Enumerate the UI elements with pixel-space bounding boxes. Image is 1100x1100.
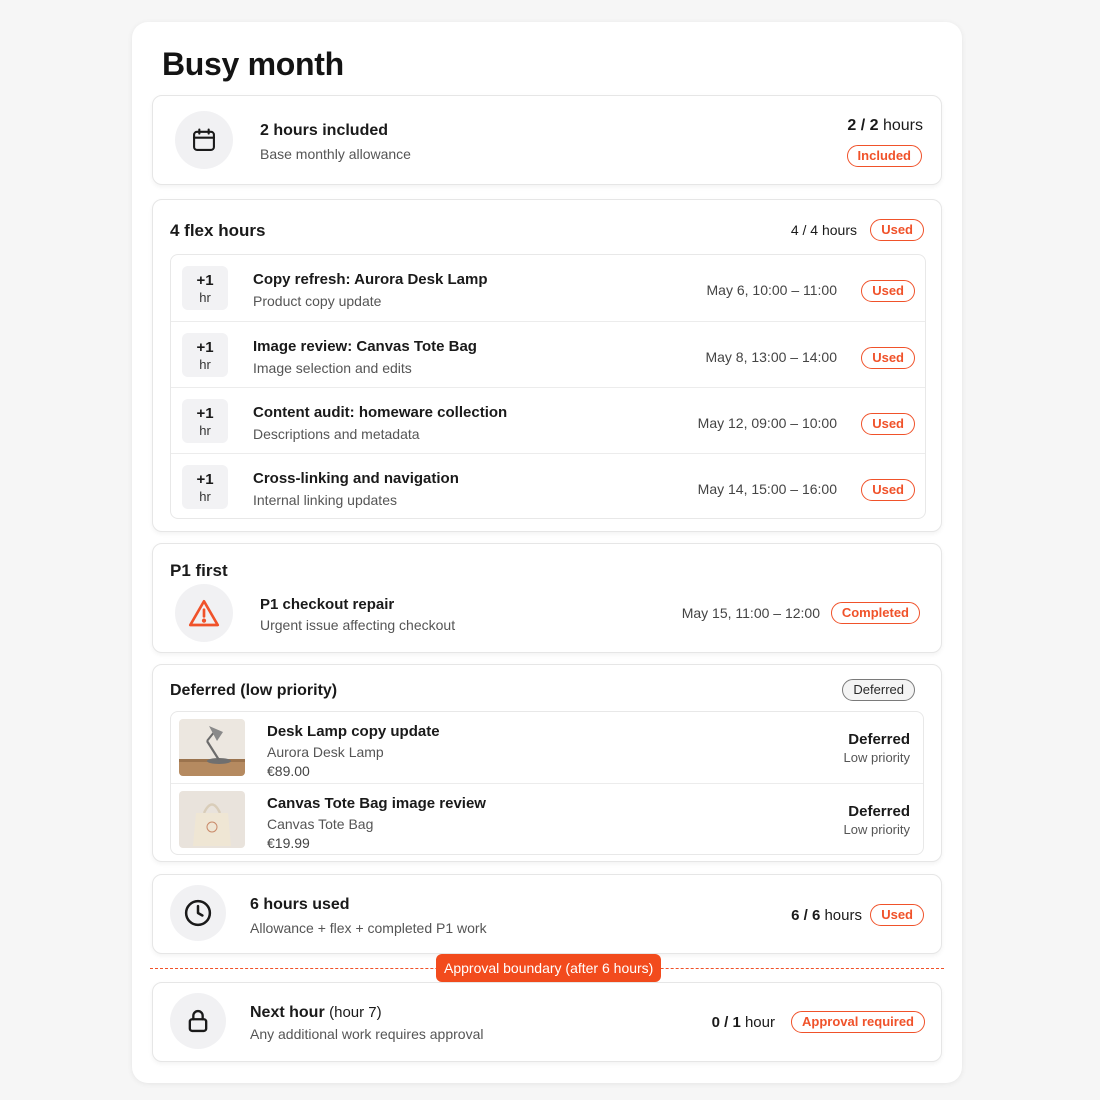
list-item: +1 hr Cross-linking and navigation Inter… <box>171 453 925 518</box>
hour-plus: +1 <box>196 471 214 488</box>
hour-plus: +1 <box>196 339 214 356</box>
deferred-section-title: Deferred (low priority) <box>170 682 338 699</box>
desk-lamp-image <box>179 719 245 776</box>
hours-used-count: 6 / 6 hours <box>791 907 862 924</box>
item-time: May 8, 13:00 – 14:00 <box>705 349 837 365</box>
next-hour-card: Next hour (hour 7) Any additional work r… <box>152 982 942 1062</box>
p1-item-subtitle: Urgent issue affecting checkout <box>260 617 456 633</box>
item-time: May 12, 09:00 – 10:00 <box>697 415 837 431</box>
item-price: €89.00 <box>267 763 310 779</box>
p1-time: May 15, 11:00 – 12:00 <box>681 605 820 621</box>
next-hour-title: Next hour <box>250 1004 325 1021</box>
item-subtitle: Image selection and edits <box>253 360 412 376</box>
hours-used-subtitle: Allowance + flex + completed P1 work <box>250 920 487 936</box>
allowance-title: 2 hours included <box>260 122 389 139</box>
item-title: Desk Lamp copy update <box>267 723 440 740</box>
item-time: May 6, 10:00 – 11:00 <box>706 282 838 298</box>
item-price: €19.99 <box>267 835 310 851</box>
hour-unit: hr <box>199 290 211 305</box>
item-product: Aurora Desk Lamp <box>267 744 384 760</box>
list-item: +1 hr Content audit: homeware collection… <box>171 387 925 453</box>
approval-boundary-label: Approval boundary (after 6 hours) <box>436 954 662 982</box>
item-priority: Low priority <box>843 822 910 837</box>
hour-increment: +1 hr <box>182 266 228 310</box>
item-status: Deferred <box>848 731 910 748</box>
p1-section-title: P1 first <box>170 561 228 580</box>
included-badge: Included <box>846 145 922 167</box>
next-hour-subtitle: Any additional work requires approval <box>250 1026 484 1042</box>
list-item: +1 hr Image review: Canvas Tote Bag Imag… <box>171 321 925 387</box>
item-title: Content audit: homeware collection <box>253 404 508 421</box>
page-title: Busy month <box>162 46 344 82</box>
hours-used-card: 6 hours used Allowance + flex + complete… <box>152 874 942 954</box>
item-time: May 14, 15:00 – 16:00 <box>697 481 837 497</box>
hour-unit: hr <box>199 489 211 504</box>
list-item: Canvas Tote Bag image review Canvas Tote… <box>171 783 923 854</box>
hours-used-title: 6 hours used <box>250 896 350 913</box>
item-status: Deferred <box>848 803 910 820</box>
item-title: Image review: Canvas Tote Bag <box>253 338 477 355</box>
used-badge: Used <box>861 413 915 435</box>
item-title: Canvas Tote Bag image review <box>267 795 486 812</box>
used-badge: Used <box>861 479 915 501</box>
deferred-list: Desk Lamp copy update Aurora Desk Lamp €… <box>170 711 924 855</box>
busy-month-panel: Busy month 2 hours included Base monthly… <box>132 22 962 1083</box>
next-unit: hour <box>744 1014 775 1031</box>
hour-increment: +1 hr <box>182 333 228 377</box>
p1-item-title: P1 checkout repair <box>260 596 395 613</box>
allowance-unit: hours <box>882 117 923 134</box>
next-count: 0 / 1 <box>711 1014 741 1031</box>
used-unit: hours <box>824 907 862 924</box>
hour-unit: hr <box>199 357 211 372</box>
item-subtitle: Descriptions and metadata <box>253 426 420 442</box>
item-title: Copy refresh: Aurora Desk Lamp <box>253 271 488 288</box>
used-badge: Used <box>861 347 915 369</box>
deferred-badge: Deferred <box>842 679 915 701</box>
allowance-subtitle: Base monthly allowance <box>260 146 411 162</box>
calendar-icon <box>175 111 233 169</box>
allowance-count: 2 / 2 <box>847 117 879 134</box>
item-product: Canvas Tote Bag <box>267 816 374 832</box>
completed-badge: Completed <box>830 602 920 624</box>
next-hour-title-row: Next hour (hour 7) <box>250 1004 382 1022</box>
next-hour-count: 0 / 1 hour <box>712 1014 775 1031</box>
list-item: +1 hr Copy refresh: Aurora Desk Lamp Pro… <box>171 255 925 321</box>
approval-required-badge: Approval required <box>791 1011 925 1033</box>
allowance-hours: 2 / 2 hours <box>847 117 923 135</box>
flex-summary: 4 / 4 hours <box>790 222 857 238</box>
next-hour-suffix: (hour 7) <box>329 1004 382 1021</box>
flex-used-badge: Used <box>870 219 924 241</box>
item-title: Cross-linking and navigation <box>253 470 459 487</box>
used-badge: Used <box>870 904 924 926</box>
list-item: Desk Lamp copy update Aurora Desk Lamp €… <box>171 712 923 783</box>
hour-increment: +1 hr <box>182 399 228 443</box>
hour-increment: +1 hr <box>182 465 228 509</box>
item-priority: Low priority <box>843 750 910 765</box>
allowance-card: 2 hours included Base monthly allowance … <box>152 95 942 185</box>
flex-section-title: 4 flex hours <box>170 221 266 240</box>
flex-hours-list: +1 hr Copy refresh: Aurora Desk Lamp Pro… <box>170 254 926 519</box>
deferred-card: Deferred (low priority) Deferred Desk La… <box>152 664 942 862</box>
p1-card: P1 first P1 checkout repair Urgent issue… <box>152 543 942 653</box>
used-count: 6 / 6 <box>791 907 821 924</box>
hour-plus: +1 <box>196 405 214 422</box>
tote-bag-image <box>179 791 245 848</box>
hour-unit: hr <box>199 423 211 438</box>
warning-icon <box>175 584 233 642</box>
item-subtitle: Product copy update <box>253 293 382 309</box>
clock-icon <box>170 885 226 941</box>
hour-plus: +1 <box>196 272 214 289</box>
used-badge: Used <box>861 280 915 302</box>
lock-icon <box>170 993 226 1049</box>
item-subtitle: Internal linking updates <box>253 492 397 508</box>
flex-hours-card: 4 flex hours 4 / 4 hours Used +1 hr Copy… <box>152 199 942 532</box>
